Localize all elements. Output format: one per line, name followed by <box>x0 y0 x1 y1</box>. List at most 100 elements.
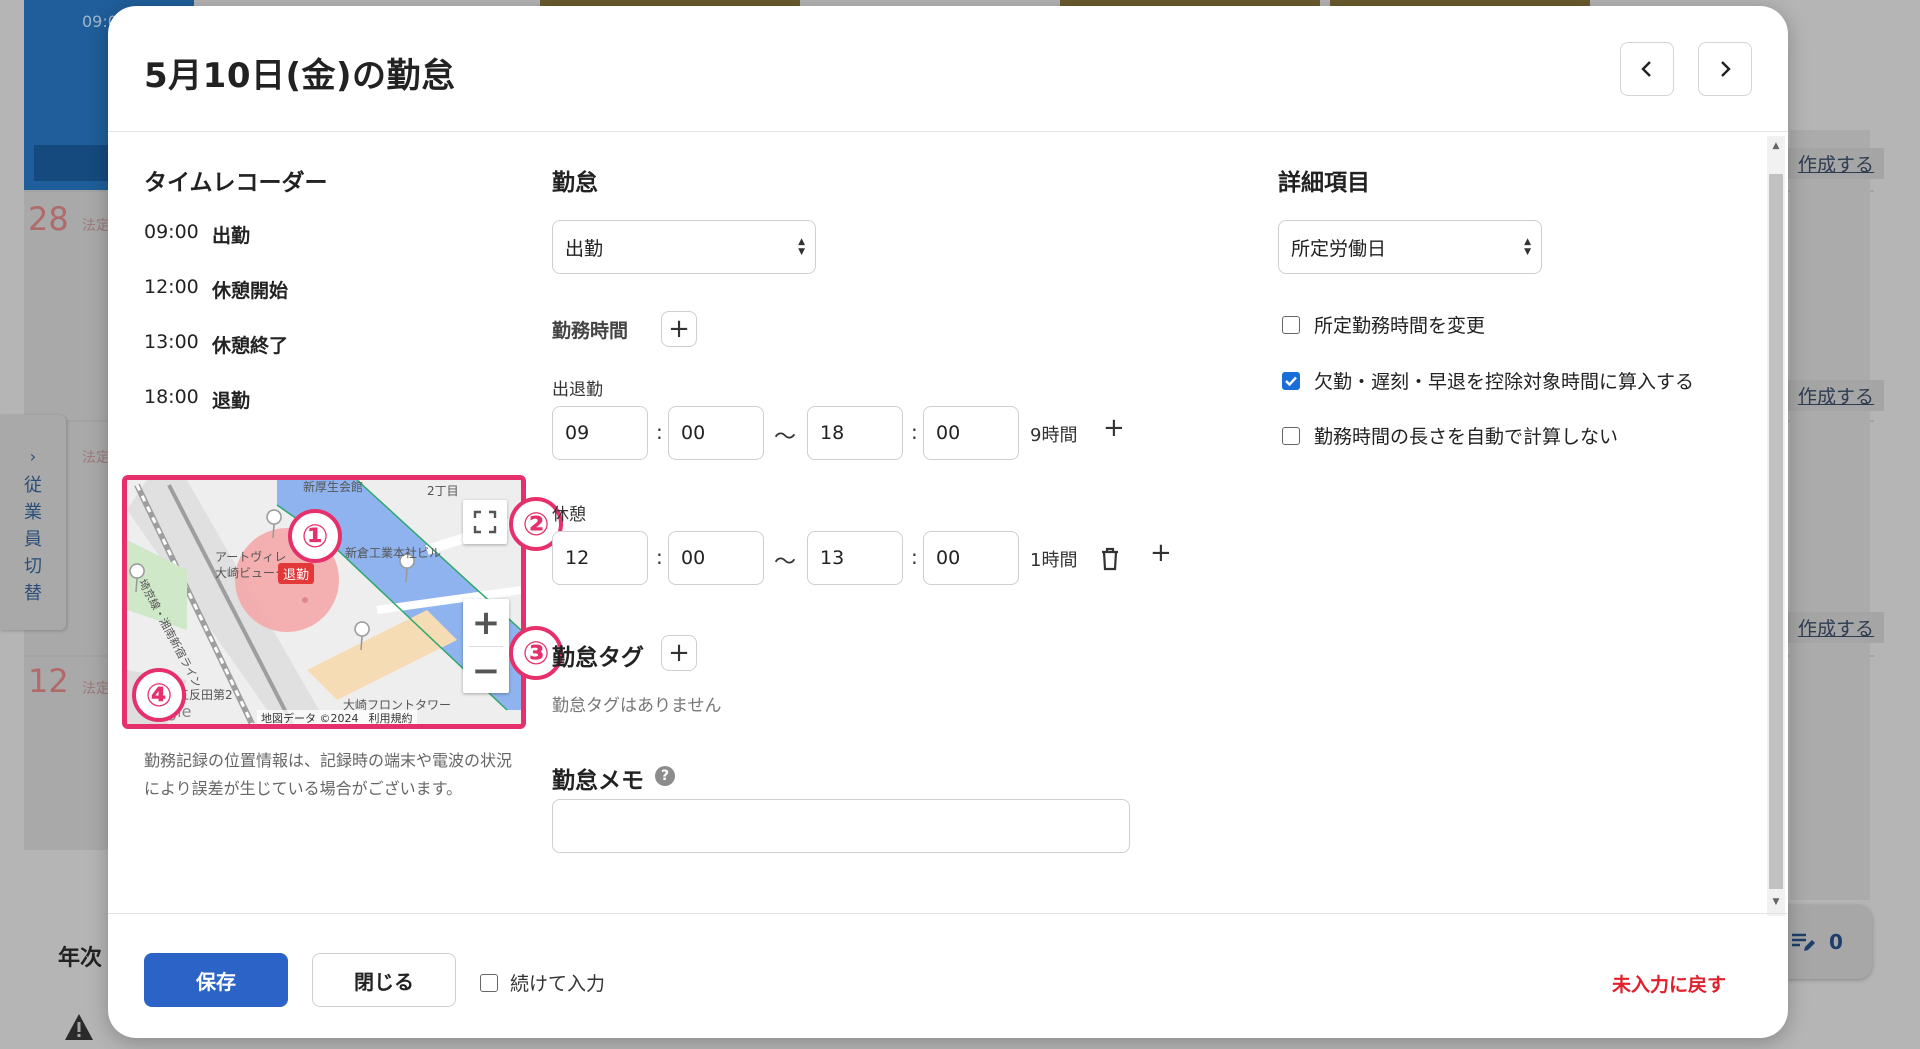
edit-list-icon <box>1792 933 1816 951</box>
entry-label: 休憩終了 <box>212 335 289 357</box>
attendance-memo-title: 勤怠メモ <box>552 768 644 794</box>
scroll-down-icon[interactable]: ▼ <box>1769 895 1783 909</box>
annotation-callout-4: ④ <box>132 668 186 722</box>
time-recorder-title: タイムレコーダー <box>144 170 328 196</box>
map-place-label: 2丁目 <box>427 484 459 498</box>
scroll-thumb[interactable] <box>1769 174 1783 889</box>
clock-out-marker[interactable]: 退勤 <box>278 563 315 584</box>
previous-day-button[interactable] <box>1620 42 1674 96</box>
break-start-minute-input[interactable]: 00 <box>668 531 764 585</box>
break-start-hour-input[interactable]: 12 <box>552 531 648 585</box>
clock-out-hour-input[interactable]: 18 <box>807 406 903 460</box>
bg-create-link: 作成する <box>1788 148 1885 179</box>
checkbox[interactable] <box>480 973 498 992</box>
work-time-label: 勤務時間 <box>552 320 629 342</box>
add-attendance-button[interactable]: + <box>1103 413 1125 443</box>
entry-label: 退勤 <box>212 390 251 412</box>
location-accuracy-note: 勤務記録の位置情報は、記録時の端末や電波の状況により誤差が生じている場合がござい… <box>144 751 513 798</box>
attendance-row-label: 出退勤 <box>552 380 603 400</box>
select-arrows-icon: ▲ ▼ <box>1524 237 1531 257</box>
next-day-button[interactable] <box>1698 42 1752 96</box>
checkbox[interactable] <box>1282 426 1300 445</box>
time-separator: : <box>911 420 918 444</box>
change-scheduled-time-option[interactable]: 所定勤務時間を変更 <box>1282 311 1485 338</box>
plus-icon: + <box>668 638 690 668</box>
entry-time: 18:00 <box>144 386 199 408</box>
deduct-absence-option[interactable]: 欠勤・遅刻・早退を控除対象時間に算入する <box>1282 367 1694 394</box>
help-icon[interactable]: ? <box>655 766 675 786</box>
map-place-label: アートヴィレ <box>215 550 287 564</box>
clock-in-hour-input[interactable]: 09 <box>552 406 648 460</box>
no-tags-message: 勤怠タグはありません <box>552 696 722 716</box>
entry-time: 13:00 <box>144 331 199 353</box>
bg-day-number: 28 <box>28 200 69 238</box>
plus-icon: + <box>668 314 690 344</box>
add-work-time-button[interactable]: + <box>661 311 697 347</box>
time-recorder-entry: 09:00 出勤 <box>144 221 250 248</box>
fullscreen-icon <box>473 510 497 534</box>
add-tag-button[interactable]: + <box>661 635 697 671</box>
entry-time: 12:00 <box>144 276 199 298</box>
chevron-left-icon <box>1641 61 1651 77</box>
side-tab-char: 従 <box>24 475 42 496</box>
break-end-hour-input[interactable]: 13 <box>807 531 903 585</box>
checkbox[interactable] <box>1282 315 1300 334</box>
close-button[interactable]: 閉じる <box>312 953 456 1007</box>
attendance-memo-input[interactable] <box>552 799 1130 853</box>
zoom-in-button[interactable]: + <box>463 599 509 646</box>
fullscreen-button[interactable] <box>463 500 507 544</box>
check-icon <box>1285 376 1297 386</box>
map-place-label: 新厚生会館 <box>303 480 364 494</box>
continue-input-option[interactable]: 続けて入力 <box>480 969 605 996</box>
checkbox-label: 勤務時間の長さを自動で計算しない <box>1314 426 1619 448</box>
select-value: 所定労働日 <box>1291 237 1387 260</box>
bg-right-column <box>1790 130 1870 900</box>
side-tab-char: 業 <box>24 502 42 523</box>
select-value: 出勤 <box>565 237 604 260</box>
delete-break-icon[interactable] <box>1100 547 1120 571</box>
map-terms-link[interactable]: 利用規約 <box>369 710 413 724</box>
checkbox-checked[interactable] <box>1282 371 1300 390</box>
day-type-select[interactable]: 所定労働日 ▲ ▼ <box>1278 220 1542 274</box>
scroll-up-icon[interactable]: ▲ <box>1769 139 1783 153</box>
bg-pill-count: 0 <box>1829 930 1843 954</box>
warning-icon <box>65 1014 93 1040</box>
checkbox-label: 続けて入力 <box>510 973 606 995</box>
no-auto-calc-option[interactable]: 勤務時間の長さを自動で計算しない <box>1282 422 1618 449</box>
break-duration: 1時間 <box>1030 550 1078 571</box>
bg-day-sub: 法定 <box>82 218 110 234</box>
details-section-title: 詳細項目 <box>1278 170 1370 196</box>
time-recorder-entry: 13:00 休憩終了 <box>144 331 288 358</box>
work-duration: 9時間 <box>1030 425 1078 446</box>
clock-in-minute-input[interactable]: 00 <box>668 406 764 460</box>
entry-label: 出勤 <box>212 225 251 247</box>
side-tab-char: 替 <box>24 583 42 604</box>
attendance-tag-title: 勤怠タグ <box>552 645 644 671</box>
bg-day-sub: 法定 <box>82 450 110 466</box>
time-separator: : <box>911 545 918 569</box>
save-button[interactable]: 保存 <box>144 953 288 1007</box>
map-place-label: 新倉工業本社ビル <box>345 546 442 560</box>
time-recorder-entry: 18:00 退勤 <box>144 386 250 413</box>
entry-time: 09:00 <box>144 221 199 243</box>
checkbox-label: 所定勤務時間を変更 <box>1314 315 1486 337</box>
entry-label: 休憩開始 <box>212 280 289 302</box>
select-arrows-icon: ▲ ▼ <box>798 237 805 257</box>
revert-to-empty-link[interactable]: 未入力に戻す <box>1612 970 1726 997</box>
attendance-status-select[interactable]: 出勤 ▲ ▼ <box>552 220 816 274</box>
zoom-out-button[interactable]: − <box>463 647 509 694</box>
map-attribution: 地図データ ©2024 利用規約 <box>257 710 417 724</box>
chevron-right-icon: › <box>29 447 37 466</box>
clock-out-minute-input[interactable]: 00 <box>923 406 1019 460</box>
bg-day-sub: 法定 <box>82 681 110 697</box>
range-tilde: ～ <box>774 425 797 450</box>
zoom-control: + − <box>463 599 509 693</box>
add-break-button[interactable]: + <box>1150 538 1172 568</box>
bg-day-number: 12 <box>28 662 69 700</box>
dialog-footer: 保存 閉じる 続けて入力 未入力に戻す <box>108 913 1788 1038</box>
bg-section-title: 年次 <box>58 946 103 971</box>
employee-switch-tab: › 従 業 員 切 替 <box>0 415 66 630</box>
range-tilde: ～ <box>774 550 797 575</box>
break-end-minute-input[interactable]: 00 <box>923 531 1019 585</box>
bg-create-link: 作成する <box>1788 380 1885 411</box>
